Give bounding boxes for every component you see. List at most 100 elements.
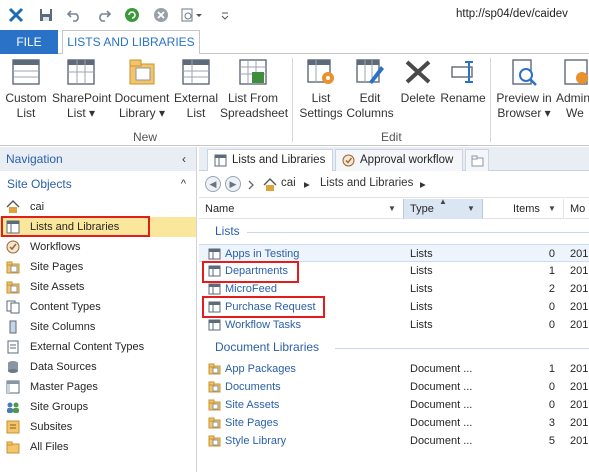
sharepoint-list-button[interactable]: SharePoint List ▾ bbox=[52, 58, 111, 128]
subsites-icon bbox=[6, 420, 20, 434]
undo-icon[interactable] bbox=[66, 7, 82, 23]
folder-icon bbox=[6, 261, 20, 274]
custom-list-button[interactable]: Custom List bbox=[4, 58, 48, 128]
breadcrumb-separator-2[interactable]: ▸ bbox=[420, 177, 426, 191]
nav-item-subsites[interactable]: Subsites bbox=[0, 417, 196, 437]
library-row-documents[interactable]: Documents Document ... 0 201 bbox=[199, 378, 589, 396]
library-row-app-packages[interactable]: App Packages Document ... 1 201 bbox=[199, 360, 589, 378]
site-objects-header[interactable]: Site Objects ^ bbox=[0, 175, 196, 193]
external-list-button[interactable]: External List bbox=[174, 58, 218, 128]
rename-button[interactable]: Rename bbox=[440, 58, 486, 128]
nav-item-site-assets[interactable]: Site Assets bbox=[0, 277, 196, 297]
document-library-icon bbox=[208, 399, 221, 411]
preview-dropdown-icon[interactable] bbox=[181, 7, 203, 23]
administration-label-1: Admin bbox=[556, 91, 589, 105]
preview-in-browser-button[interactable]: Preview in Browser ▾ bbox=[496, 58, 552, 128]
preview-in-browser-icon bbox=[512, 59, 537, 86]
nav-item-cai[interactable]: cai bbox=[0, 197, 196, 217]
sharepoint-designer-icon[interactable] bbox=[8, 7, 24, 23]
row-modified: 201 bbox=[570, 248, 589, 260]
row-type: Lists bbox=[410, 301, 433, 313]
breadcrumb-separator[interactable]: ▸ bbox=[304, 177, 310, 191]
spreadsheet-icon bbox=[239, 59, 267, 85]
document-library-icon bbox=[208, 435, 221, 447]
preview-in-browser-label-2: Browser ▾ bbox=[497, 106, 551, 120]
nav-item-workflows[interactable]: Workflows bbox=[0, 237, 196, 257]
nav-item-site-pages[interactable]: Site Pages bbox=[0, 257, 196, 277]
site-url: http://sp04/dev/caidev bbox=[456, 8, 568, 20]
list-icon bbox=[208, 283, 221, 295]
list-row-apps-in-testing[interactable]: Apps in Testing Lists 0 201 bbox=[199, 244, 589, 262]
nav-item-label: External Content Types bbox=[30, 341, 145, 353]
row-modified: 201 bbox=[570, 363, 589, 375]
breadcrumb-current[interactable]: Lists and Libraries bbox=[320, 177, 413, 189]
row-items: 0 bbox=[548, 301, 555, 313]
collapse-site-objects-icon[interactable]: ^ bbox=[181, 175, 186, 193]
list-settings-label-2: Settings bbox=[299, 106, 343, 120]
redo-icon[interactable] bbox=[96, 7, 112, 23]
new-tab-button[interactable] bbox=[465, 149, 489, 171]
column-name[interactable]: Name bbox=[199, 199, 403, 219]
administration-web-page-button[interactable]: Admin We bbox=[556, 58, 589, 128]
address-bar: ◀ ▶ cai ▸ Lists and Libraries ▸ bbox=[199, 172, 589, 198]
row-name[interactable]: Site Pages bbox=[225, 414, 278, 432]
ribbon-tabs: FILE LISTS AND LIBRARIES bbox=[0, 30, 589, 55]
nav-item-master-pages[interactable]: Master Pages bbox=[0, 377, 196, 397]
forward-icon[interactable]: ▶ bbox=[225, 176, 241, 192]
list-icon bbox=[208, 319, 221, 331]
nav-item-content-types[interactable]: Content Types bbox=[0, 297, 196, 317]
administration-icon bbox=[564, 59, 588, 85]
row-modified: 201 bbox=[570, 417, 589, 429]
customize-qat-icon[interactable] bbox=[220, 7, 230, 23]
tab-lists-and-libraries[interactable]: LISTS AND LIBRARIES bbox=[62, 30, 200, 55]
tab-lists-and-libraries-doc[interactable]: Lists and Libraries bbox=[207, 149, 333, 171]
preview-in-browser-label-1: Preview in bbox=[496, 91, 552, 105]
row-name[interactable]: App Packages bbox=[225, 360, 296, 378]
library-row-site-assets[interactable]: Site Assets Document ... 0 201 bbox=[199, 396, 589, 414]
nav-item-external-content-types[interactable]: External Content Types bbox=[0, 337, 196, 357]
column-name-filter-icon[interactable]: ▼ bbox=[388, 199, 396, 219]
nav-item-label: All Files bbox=[30, 441, 69, 453]
column-items-filter-icon[interactable]: ▼ bbox=[548, 199, 556, 219]
row-type: Document ... bbox=[410, 435, 473, 447]
nav-item-site-columns[interactable]: Site Columns bbox=[0, 317, 196, 337]
list-settings-button[interactable]: List Settings bbox=[298, 58, 344, 128]
stop-icon[interactable] bbox=[153, 7, 169, 23]
administration-label-2: We bbox=[566, 106, 584, 120]
breadcrumb-root[interactable]: cai bbox=[281, 177, 296, 189]
row-name[interactable]: Documents bbox=[225, 378, 281, 396]
row-type: Lists bbox=[410, 265, 433, 277]
nav-item-site-groups[interactable]: Site Groups bbox=[0, 397, 196, 417]
collapse-navigation-icon[interactable]: ‹ bbox=[182, 147, 186, 171]
tab-approval-workflow[interactable]: Approval workflow bbox=[335, 149, 463, 171]
delete-button[interactable]: Delete bbox=[398, 58, 438, 128]
tab-file[interactable]: FILE bbox=[0, 30, 58, 54]
document-library-button[interactable]: Document Library ▾ bbox=[114, 58, 170, 128]
nav-item-label: Content Types bbox=[30, 301, 101, 313]
library-row-style-library[interactable]: Style Library Document ... 5 201 bbox=[199, 432, 589, 450]
list-row-workflow-tasks[interactable]: Workflow Tasks Lists 0 201 bbox=[199, 316, 589, 334]
sharepoint-list-icon bbox=[67, 59, 95, 85]
refresh-icon[interactable] bbox=[124, 7, 140, 23]
edit-columns-button[interactable]: Edit Columns bbox=[346, 58, 394, 128]
row-name[interactable]: Site Assets bbox=[225, 396, 279, 414]
save-icon[interactable] bbox=[38, 7, 54, 23]
highlight-box-lists-and-libraries bbox=[1, 216, 150, 237]
row-name[interactable]: Style Library bbox=[225, 432, 286, 450]
list-from-spreadsheet-button[interactable]: List From Spreadsheet bbox=[220, 58, 288, 128]
row-modified: 201 bbox=[570, 435, 589, 447]
nav-item-data-sources[interactable]: Data Sources bbox=[0, 357, 196, 377]
nav-item-all-files[interactable]: All Files bbox=[0, 437, 196, 457]
library-row-site-pages[interactable]: Site Pages Document ... 3 201 bbox=[199, 414, 589, 432]
list-icon bbox=[214, 154, 227, 167]
nav-item-label: Data Sources bbox=[30, 361, 97, 373]
rename-icon bbox=[451, 61, 473, 83]
master-pages-icon bbox=[6, 380, 20, 394]
back-icon[interactable]: ◀ bbox=[205, 176, 221, 192]
list-from-spreadsheet-label-1: List From bbox=[227, 91, 278, 105]
row-name[interactable]: Workflow Tasks bbox=[225, 316, 301, 334]
column-type-filter-icon[interactable]: ▼ bbox=[467, 199, 475, 219]
section-lists: Lists bbox=[215, 224, 240, 238]
ribbon-group-edit: Edit bbox=[381, 130, 402, 144]
column-modified[interactable]: Mo bbox=[563, 199, 589, 219]
